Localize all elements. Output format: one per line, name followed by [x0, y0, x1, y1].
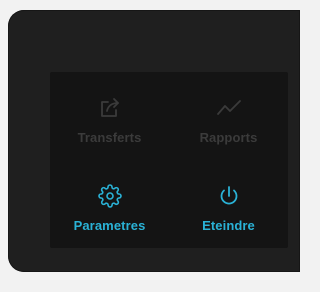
menu-item-label: Eteindre [202, 218, 255, 233]
menu-item-eteindre[interactable]: Eteindre [169, 160, 288, 248]
menu-item-label: Transferts [77, 130, 142, 145]
menu-item-label: Rapports [199, 130, 258, 145]
menu-item-label: Parametres [73, 218, 146, 233]
device-frame: Transferts Rapports Parametres Eteindre [8, 10, 300, 272]
menu-item-rapports: Rapports [169, 72, 288, 160]
line-chart-icon [215, 94, 243, 122]
menu-item-transferts: Transferts [50, 72, 169, 160]
menu-item-parametres[interactable]: Parametres [50, 160, 169, 248]
share-export-icon [96, 94, 124, 122]
gear-icon [96, 182, 124, 210]
power-icon [215, 182, 243, 210]
menu-panel: Transferts Rapports Parametres Eteindre [50, 72, 288, 248]
